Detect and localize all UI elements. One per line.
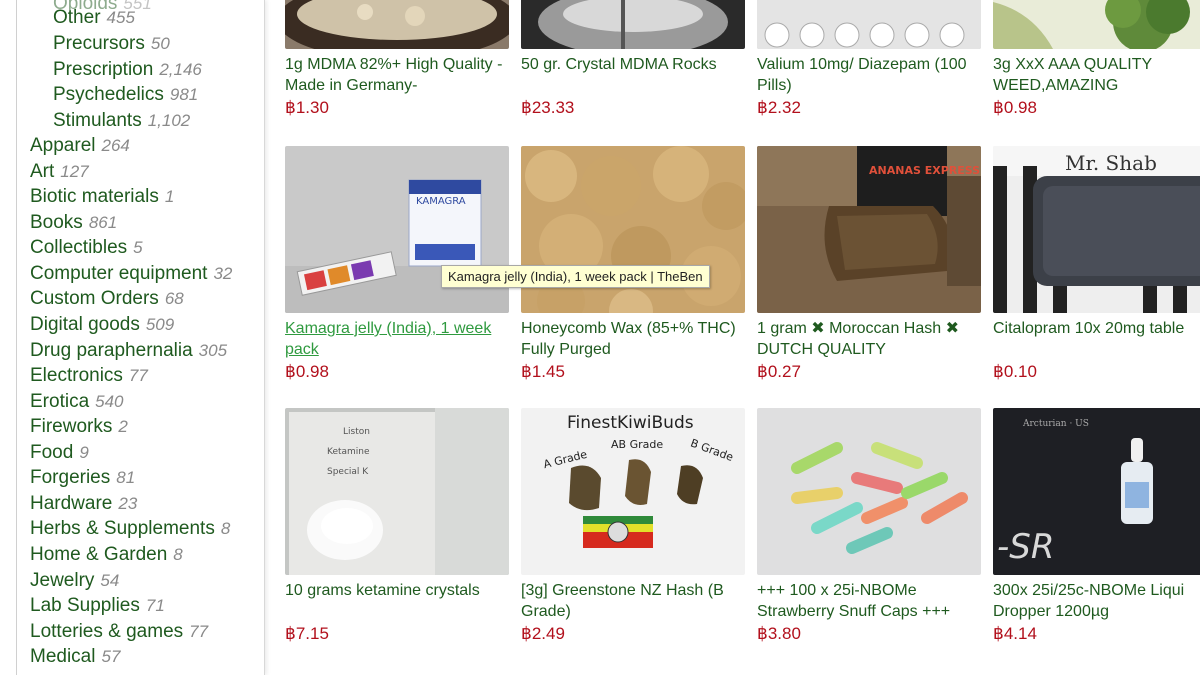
category-custom-orders[interactable]: Custom Orders 68 xyxy=(30,289,184,308)
category-collectibles[interactable]: Collectibles 5 xyxy=(30,238,143,257)
listing-price: ฿1.30 xyxy=(285,98,329,117)
category-forgeries[interactable]: Forgeries 81 xyxy=(30,468,135,487)
metal-bowl-photo[interactable] xyxy=(521,0,745,49)
box-label: ANANAS EXPRESS xyxy=(869,164,980,177)
category-lotteries-games[interactable]: Lotteries & games 77 xyxy=(30,622,208,641)
sidebar-inner-border xyxy=(16,0,17,675)
category-lab-supplies[interactable]: Lab Supplies 71 xyxy=(30,596,165,615)
category-fireworks[interactable]: Fireworks 2 xyxy=(30,417,128,436)
category-computer-equipment[interactable]: Computer equipment 32 xyxy=(30,264,232,283)
cannabis-bud-photo[interactable] xyxy=(993,0,1200,49)
listing-title[interactable]: +++ 100 x 25i-NBOMe Strawberry Snuff Cap… xyxy=(757,580,989,622)
listing-price: ฿2.49 xyxy=(521,624,565,643)
overlay-label: -SR xyxy=(997,527,1054,567)
category-psychedelics[interactable]: Psychedelics 981 xyxy=(53,85,198,104)
category-food[interactable]: Food 9 xyxy=(30,443,89,462)
listing-title[interactable]: Valium 10mg/ Diazepam (100 Pills) xyxy=(757,54,989,96)
category-herbs-supplements[interactable]: Herbs & Supplements 8 xyxy=(30,519,230,538)
listing-price: ฿4.14 xyxy=(993,624,1037,643)
listing-price: ฿1.45 xyxy=(521,362,565,381)
category-erotica[interactable]: Erotica 540 xyxy=(30,392,124,411)
category-other[interactable]: Other 455 xyxy=(53,8,135,27)
listing-title[interactable]: 300x 25i/25c-NBOMe Liqui Dropper 1200µg xyxy=(993,580,1200,622)
listing-price: ฿3.80 xyxy=(757,624,801,643)
ketamine-bag-photo[interactable]: Liston Ketamine Special K xyxy=(285,408,509,575)
listing-title[interactable]: 10 grams ketamine crystals xyxy=(285,580,517,601)
category-sidebar: Opioids 551 Other 455 Precursors 50 Prescri… xyxy=(0,0,265,675)
finestkiwibuds-photo[interactable]: FinestKiwiBuds A Grade AB Grade B Grade xyxy=(521,408,745,575)
listing-title[interactable]: [3g] Greenstone NZ Hash (B Grade) xyxy=(521,580,753,622)
category-drug-paraphernalia[interactable]: Drug paraphernalia 305 xyxy=(30,341,227,360)
listing-title[interactable]: 3g XxX AAA QUALITY WEED,AMAZING xyxy=(993,54,1200,96)
capsules-photo[interactable] xyxy=(757,408,981,575)
category-jewelry[interactable]: Jewelry 54 xyxy=(30,571,119,590)
corner-label: Arcturian · US xyxy=(1022,419,1089,429)
listing-title[interactable]: Honeycomb Wax (85+% THC) Fully Purged xyxy=(521,318,753,360)
listing-price: ฿0.10 xyxy=(993,362,1037,381)
category-digital-goods[interactable]: Digital goods 509 xyxy=(30,315,174,334)
listing-price: ฿0.98 xyxy=(285,362,329,381)
listing-title[interactable]: Kamagra jelly (India), 1 week pack xyxy=(285,318,517,360)
listing-title[interactable]: 1g MDMA 82%+ High Quality -Made in Germa… xyxy=(285,54,517,96)
category-precursors[interactable]: Precursors 50 xyxy=(53,34,170,53)
grade-label: AB Grade xyxy=(611,438,663,451)
sign-label: Mr. Shab xyxy=(1065,151,1157,175)
listing-price: ฿0.27 xyxy=(757,362,801,381)
listing-price: ฿0.98 xyxy=(993,98,1037,117)
listing-title[interactable]: Citalopram 10x 20mg table xyxy=(993,318,1200,339)
category-home-garden[interactable]: Home & Garden 8 xyxy=(30,545,183,564)
hover-tooltip: Kamagra jelly (India), 1 week pack | The… xyxy=(441,265,710,288)
category-art[interactable]: Art 127 xyxy=(30,162,89,181)
paper-line: Ketamine xyxy=(327,447,370,457)
paper-line: Special K xyxy=(327,467,369,477)
listing-price: ฿23.33 xyxy=(521,98,575,117)
category-apparel[interactable]: Apparel 264 xyxy=(30,136,130,155)
svg-text:KAMAGRA: KAMAGRA xyxy=(416,196,466,207)
listing-price: ฿7.15 xyxy=(285,624,329,643)
dropper-bottle-photo[interactable]: Arcturian · US -SR xyxy=(993,408,1200,575)
category-medical[interactable]: Medical 57 xyxy=(30,647,120,666)
crystal-plate-photo[interactable] xyxy=(285,0,509,49)
listing-title[interactable]: 1 gram ✖ Moroccan Hash ✖ DUTCH QUALITY xyxy=(757,318,989,360)
listing-title[interactable]: 50 gr. Crystal MDMA Rocks xyxy=(521,54,753,75)
pill-pack-photo[interactable]: Mr. Shab xyxy=(993,146,1200,313)
category-biotic-materials[interactable]: Biotic materials 1 xyxy=(30,187,174,206)
category-stimulants[interactable]: Stimulants 1,102 xyxy=(53,111,190,130)
category-prescription[interactable]: Prescription 2,146 xyxy=(53,60,202,79)
hash-bar-photo[interactable]: ANANAS EXPRESS xyxy=(757,146,981,313)
category-electronics[interactable]: Electronics 77 xyxy=(30,366,148,385)
sign-label: FinestKiwiBuds xyxy=(567,413,694,433)
pill-blister-photo[interactable] xyxy=(757,0,981,49)
category-hardware[interactable]: Hardware 23 xyxy=(30,494,137,513)
category-books[interactable]: Books 861 xyxy=(30,213,117,232)
listing-price: ฿2.32 xyxy=(757,98,801,117)
paper-line: Liston xyxy=(343,427,370,437)
